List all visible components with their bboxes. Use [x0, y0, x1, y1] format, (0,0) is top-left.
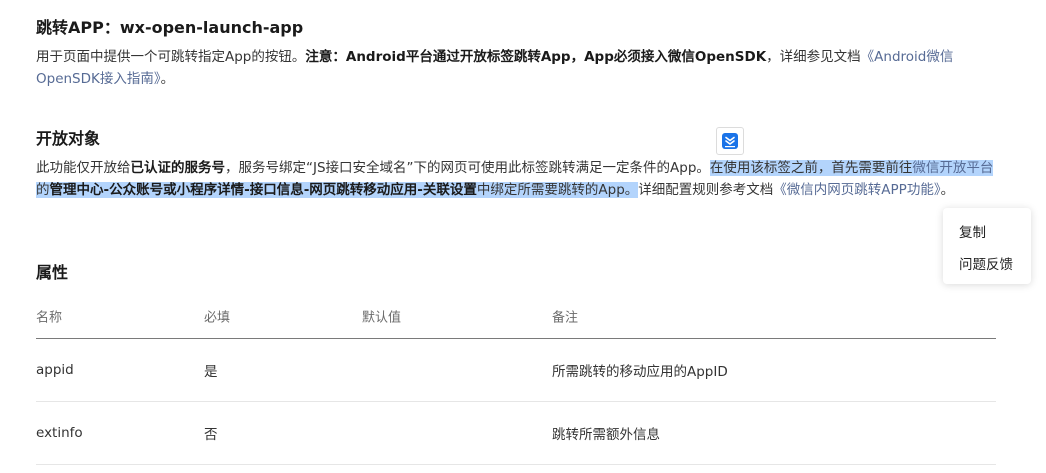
- section-title-open-audience: 开放对象: [36, 129, 101, 148]
- menu-item-copy[interactable]: 复制: [959, 221, 986, 241]
- open-platform-link[interactable]: 微信开放平台: [912, 160, 994, 176]
- download-tray-icon: [722, 133, 738, 149]
- open-audience-description: 此功能仅开放给已认证的服务号，服务号绑定“JS接口安全域名”下的网页可使用此标签…: [36, 157, 996, 201]
- cell-name: extinfo: [36, 425, 83, 441]
- launch-app-description: 用于页面中提供一个可跳转指定App的按钮。注意：Android平台通过开放标签跳…: [36, 46, 996, 90]
- note-bold-text: Android平台通过开放标签跳转App，App必须接入微信OpenSDK: [345, 49, 767, 65]
- cell-name: appid: [36, 362, 74, 378]
- cell-remark: 跳转所需额外信息: [552, 427, 660, 443]
- col-header-remark: 备注: [552, 310, 579, 326]
- web-jump-app-doc-link[interactable]: 《微信内网页跳转APP功能》: [773, 182, 940, 198]
- selected-text-2[interactable]: 的: [36, 182, 50, 198]
- open-text-1: 此功能仅开放给: [36, 160, 131, 176]
- open-text-3: 详细配置规则参考文档: [638, 182, 774, 198]
- context-menu: 复制 问题反馈: [943, 208, 1031, 284]
- open-text-2: ，服务号绑定“JS接口安全域名”下的网页可使用此标签跳转满足一定条件的App。: [225, 160, 710, 176]
- selected-bold-path[interactable]: 管理中心-公众账号或小程序详情-接口信息-网页跳转移动应用-关联设置: [49, 182, 477, 198]
- cell-remark: 所需跳转的移动应用的AppID: [552, 364, 728, 380]
- section-title-properties: 属性: [36, 263, 69, 282]
- selected-text-1[interactable]: 在使用该标签之前，首先需要前往: [709, 160, 913, 176]
- note-label: 注意：: [305, 49, 346, 65]
- desc-text: 用于页面中提供一个可跳转指定App的按钮。: [36, 49, 306, 65]
- menu-item-feedback[interactable]: 问题反馈: [959, 253, 1013, 273]
- section-title-launch-app: 跳转APP：wx-open-launch-app: [36, 18, 304, 37]
- col-header-required: 必填: [204, 310, 231, 326]
- cell-required: 否: [204, 427, 218, 443]
- col-header-name: 名称: [36, 310, 63, 326]
- desc-text-3: 。: [160, 71, 175, 87]
- properties-table: 名称 必填 默认值 备注 appid 是 所需跳转的移动应用的AppID ext…: [36, 293, 996, 465]
- table-row: appid 是 所需跳转的移动应用的AppID: [36, 339, 996, 402]
- table-row: extinfo 否 跳转所需额外信息: [36, 402, 996, 465]
- cell-required: 是: [204, 364, 218, 380]
- selected-text-3[interactable]: 中绑定所需要跳转的App。: [476, 182, 639, 198]
- table-header: 名称 必填 默认值 备注: [36, 293, 996, 339]
- floating-tool-bubble[interactable]: [716, 127, 744, 155]
- col-header-default: 默认值: [362, 310, 402, 326]
- desc-text-2: ，详细参见文档: [766, 49, 861, 65]
- open-text-4: 。: [940, 182, 955, 198]
- certified-service-account: 已认证的服务号: [130, 160, 226, 176]
